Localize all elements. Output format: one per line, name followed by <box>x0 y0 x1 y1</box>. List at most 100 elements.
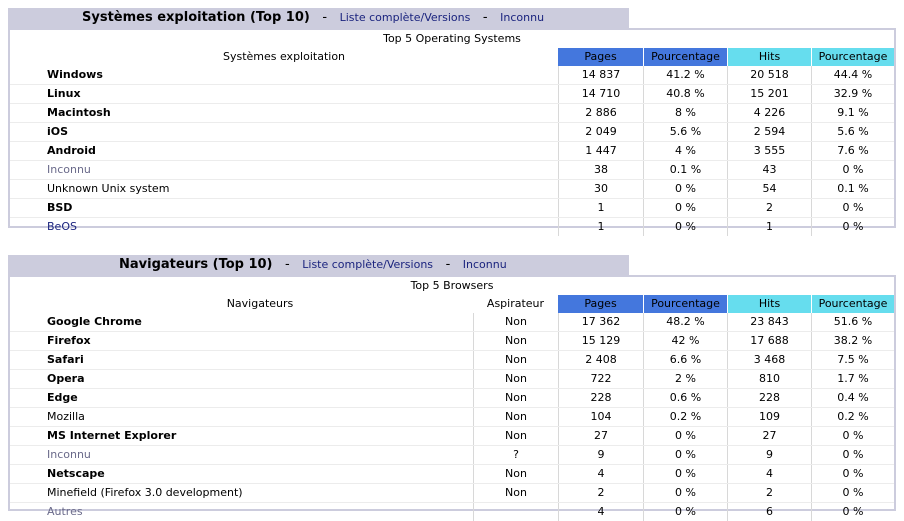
os-pages-cell: 2 886 <box>558 104 643 122</box>
browser-hits-cell: 23 843 <box>727 313 811 331</box>
browser-pct-pages-cell: 6.6 % <box>643 351 727 369</box>
browser-pct-hits-cell: 1.7 % <box>811 370 894 388</box>
browser-name-cell: Safari <box>47 353 84 366</box>
os-pct-hits-cell: 0 % <box>811 218 894 236</box>
browser-aspirateur-cell: Non <box>473 332 558 350</box>
browser-aspirateur-cell: Non <box>473 351 558 369</box>
browsers-title: Navigateurs (Top 10) <box>119 257 273 272</box>
browser-name-cell: Firefox <box>47 334 91 347</box>
os-pages-cell: 2 049 <box>558 123 643 141</box>
browsers-top-label: Top 5 Browsers <box>410 279 494 292</box>
os-header-pages: Pages <box>558 48 643 66</box>
os-name-cell: Inconnu <box>47 163 91 176</box>
os-full-list-link[interactable]: Liste complète/Versions <box>340 11 471 24</box>
os-pct-hits-cell: 0.1 % <box>811 180 894 198</box>
browser-pct-hits-cell: 0.2 % <box>811 408 894 426</box>
os-unknown-link[interactable]: Inconnu <box>500 11 544 24</box>
os-pct-hits-cell: 0 % <box>811 199 894 217</box>
browser-name-cell: Mozilla <box>47 410 85 423</box>
os-header-row: Systèmes exploitation Pages Pourcentage … <box>10 48 894 66</box>
os-hits-cell: 1 <box>727 218 811 236</box>
os-pct-hits-cell: 0 % <box>811 161 894 179</box>
os-pct-hits-cell: 9.1 % <box>811 104 894 122</box>
browsers-title-separator-2: - <box>445 257 451 272</box>
browsers-header-hits: Hits <box>727 295 811 313</box>
browser-pct-hits-cell: 0 % <box>811 446 894 464</box>
os-pages-cell: 14 710 <box>558 85 643 103</box>
browser-pct-hits-cell: 7.5 % <box>811 351 894 369</box>
os-name-cell: Linux <box>47 87 81 100</box>
table-row: BSD 1 0 % 2 0 % <box>10 198 894 217</box>
browser-name-cell: Google Chrome <box>47 315 142 328</box>
browser-pct-pages-cell: 0 % <box>643 465 727 483</box>
os-hits-cell: 54 <box>727 180 811 198</box>
browser-pages-cell: 722 <box>558 370 643 388</box>
os-pct-hits-cell: 7.6 % <box>811 142 894 160</box>
os-title: Systèmes exploitation (Top 10) <box>82 10 310 25</box>
browser-hits-cell: 2 <box>727 484 811 502</box>
table-row: iOS 2 049 5.6 % 2 594 5.6 % <box>10 122 894 141</box>
table-row: Android 1 447 4 % 3 555 7.6 % <box>10 141 894 160</box>
browser-pages-cell: 15 129 <box>558 332 643 350</box>
os-header-pct-hits: Pourcentage <box>811 48 894 66</box>
browsers-unknown-link[interactable]: Inconnu <box>463 258 507 271</box>
browsers-rows: Google Chrome Non 17 362 48.2 % 23 843 51.6 %… <box>10 313 894 521</box>
os-pages-cell: 14 837 <box>558 66 643 84</box>
os-pct-pages-cell: 8 % <box>643 104 727 122</box>
browser-name-cell: Autres <box>47 505 83 518</box>
browser-pct-hits-cell: 0 % <box>811 503 894 521</box>
os-name-cell: BSD <box>47 201 73 214</box>
os-section: Systèmes exploitation (Top 10) - Liste c… <box>8 8 896 236</box>
browser-aspirateur-cell: ? <box>473 446 558 464</box>
browsers-full-list-link[interactable]: Liste complète/Versions <box>302 258 433 271</box>
browser-hits-cell: 109 <box>727 408 811 426</box>
os-pages-cell: 1 <box>558 199 643 217</box>
os-pages-cell: 1 447 <box>558 142 643 160</box>
browser-pages-cell: 228 <box>558 389 643 407</box>
browser-pages-cell: 2 408 <box>558 351 643 369</box>
os-hits-cell: 2 <box>727 199 811 217</box>
table-row: Autres 4 0 % 6 0 % <box>10 502 894 521</box>
os-hits-cell: 4 226 <box>727 104 811 122</box>
browser-name-cell: MS Internet Explorer <box>47 429 177 442</box>
os-pct-pages-cell: 41.2 % <box>643 66 727 84</box>
browser-aspirateur-cell: Non <box>473 313 558 331</box>
browser-hits-cell: 9 <box>727 446 811 464</box>
table-row: Opera Non 722 2 % 810 1.7 % <box>10 369 894 388</box>
os-pages-cell: 38 <box>558 161 643 179</box>
os-name-cell: Windows <box>47 68 103 81</box>
os-header-pct-pages: Pourcentage <box>643 48 727 66</box>
table-row: Netscape Non 4 0 % 4 0 % <box>10 464 894 483</box>
table-row: Inconnu? 9 0 % 9 0 % <box>10 445 894 464</box>
os-pct-hits-cell: 32.9 % <box>811 85 894 103</box>
browser-aspirateur-cell: Non <box>473 389 558 407</box>
os-header-hits: Hits <box>727 48 811 66</box>
browser-aspirateur-cell: Non <box>473 427 558 445</box>
os-table: Top 5 Operating Systems Systèmes exploit… <box>8 28 896 236</box>
table-row: Mozilla Non 104 0.2 % 109 0.2 % <box>10 407 894 426</box>
browser-pct-pages-cell: 0 % <box>643 503 727 521</box>
browser-pct-hits-cell: 0 % <box>811 484 894 502</box>
table-row: Minefield (Firefox 3.0 development) Non 2 0… <box>10 483 894 502</box>
browser-hits-cell: 810 <box>727 370 811 388</box>
browser-hits-cell: 6 <box>727 503 811 521</box>
browsers-header-pages: Pages <box>558 295 643 313</box>
table-row: Unknown Unix system 30 0 % 54 0.1 % <box>10 179 894 198</box>
browser-pages-cell: 4 <box>558 465 643 483</box>
os-title-separator-2: - <box>482 10 488 25</box>
browser-pct-pages-cell: 0 % <box>643 427 727 445</box>
browser-pct-hits-cell: 38.2 % <box>811 332 894 350</box>
os-pages-cell: 30 <box>558 180 643 198</box>
browser-pct-pages-cell: 42 % <box>643 332 727 350</box>
browser-hits-cell: 3 468 <box>727 351 811 369</box>
browser-hits-cell: 17 688 <box>727 332 811 350</box>
table-row: Firefox Non 15 129 42 % 17 688 38.2 % <box>10 331 894 350</box>
os-name-cell: BeOS <box>47 220 77 233</box>
os-pages-cell: 1 <box>558 218 643 236</box>
browser-aspirateur-cell: Non <box>473 370 558 388</box>
os-hits-cell: 43 <box>727 161 811 179</box>
os-name-cell: Android <box>47 144 96 157</box>
table-row: MS Internet Explorer Non 27 0 % 27 0 % <box>10 426 894 445</box>
browser-pct-pages-cell: 2 % <box>643 370 727 388</box>
table-row: Linux 14 710 40.8 % 15 201 32.9 % <box>10 84 894 103</box>
